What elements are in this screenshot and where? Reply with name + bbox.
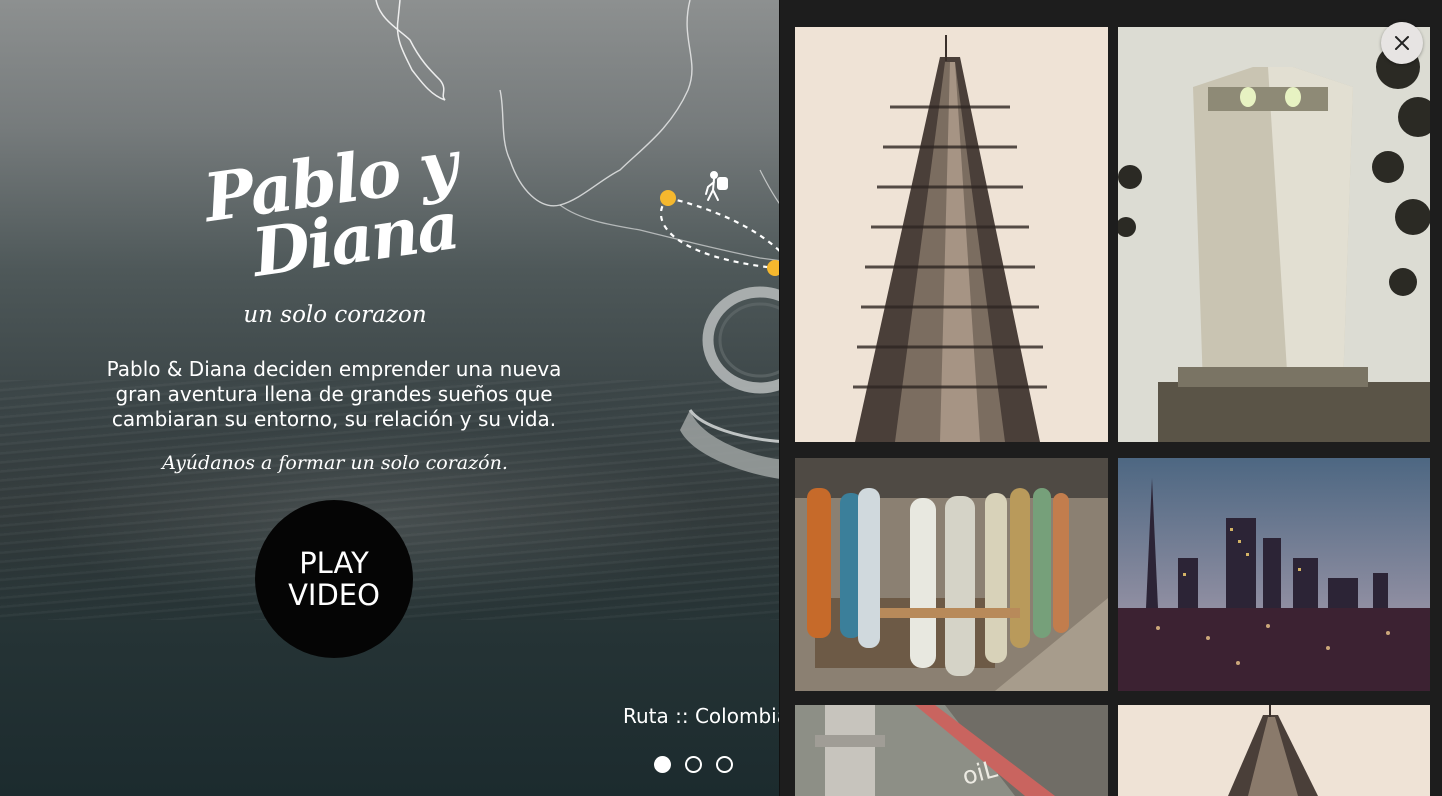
slider-dot-1[interactable] bbox=[654, 756, 671, 773]
logo: Pablo y Diana bbox=[190, 125, 480, 292]
flatiron-building-photo bbox=[1118, 705, 1430, 796]
gallery-photo-skateboards[interactable] bbox=[795, 458, 1108, 691]
call-to-action-text: Ayúdanos a formar un solo corazón. bbox=[162, 452, 508, 474]
close-button[interactable] bbox=[1381, 22, 1423, 64]
slider-dot-2[interactable] bbox=[685, 756, 702, 773]
description: Pablo & Diana deciden emprender una nuev… bbox=[106, 357, 562, 431]
gallery-photo-flatiron[interactable] bbox=[795, 27, 1108, 442]
gallery-photo-hydrant[interactable]: oiL bbox=[795, 705, 1108, 796]
hero-section: Pablo y Diana un solo corazon Pablo & Di… bbox=[0, 0, 790, 796]
gallery-photo-tower[interactable] bbox=[1118, 27, 1430, 442]
close-icon bbox=[1395, 36, 1409, 50]
city-skyline-night-photo bbox=[1118, 458, 1430, 691]
play-video-button[interactable]: PLAY VIDEO bbox=[255, 500, 413, 658]
skateboards-planter-photo bbox=[795, 458, 1108, 691]
gallery-photo-flatiron-2[interactable] bbox=[1118, 705, 1430, 796]
slider-dot-3[interactable] bbox=[716, 756, 733, 773]
fire-hydrant-photo: oiL bbox=[795, 705, 1108, 796]
coit-tower-photo bbox=[1118, 27, 1430, 442]
gallery-photo-skyline[interactable] bbox=[1118, 458, 1430, 691]
tagline: un solo corazon bbox=[243, 302, 427, 328]
wedding-rings bbox=[680, 286, 790, 480]
play-video-line2: VIDEO bbox=[288, 578, 380, 612]
route-label: Ruta :: Colombia bbox=[623, 704, 783, 728]
hiker-icon bbox=[705, 171, 728, 201]
flatiron-building-photo bbox=[795, 27, 1108, 442]
slider-dots bbox=[654, 756, 733, 773]
photo-gallery-panel: oiL bbox=[779, 0, 1442, 796]
route-point-icon bbox=[660, 190, 676, 206]
play-video-line1: PLAY bbox=[299, 546, 369, 580]
